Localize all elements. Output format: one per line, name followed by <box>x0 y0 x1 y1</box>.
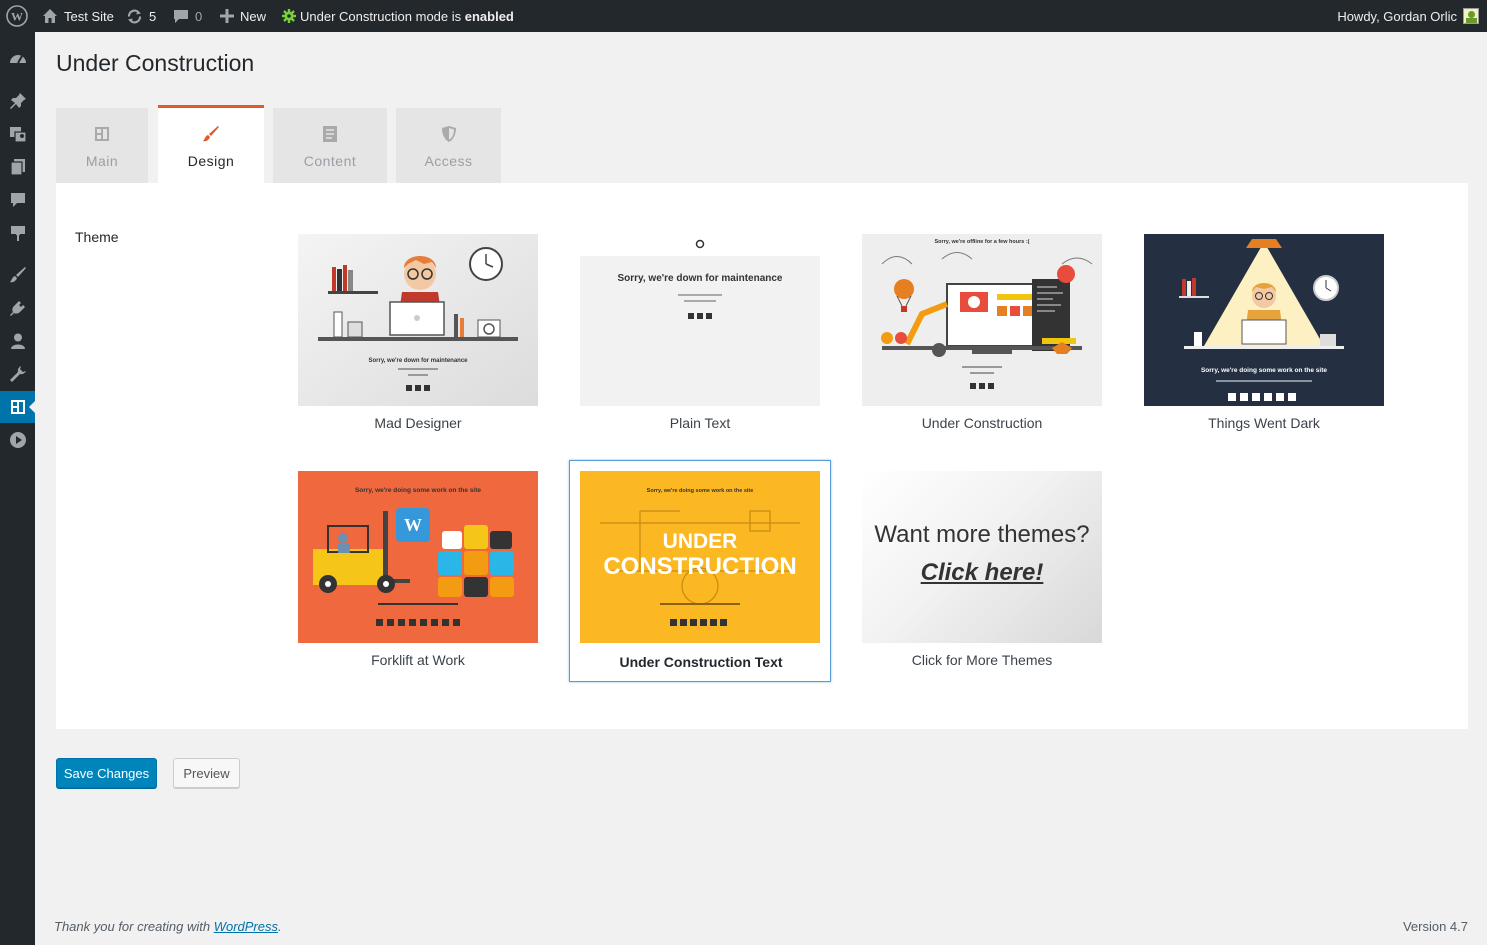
more-themes-link[interactable]: Click here! <box>862 559 1102 587</box>
tab-content[interactable]: Content <box>273 108 387 183</box>
thumb-headline: Sorry, we're down for maintenance <box>368 358 468 364</box>
home-icon <box>43 9 57 23</box>
theme-caption: Things Went Dark <box>1208 415 1320 431</box>
wrench-icon <box>9 366 26 382</box>
theme-card-plain-text[interactable]: Sorry, we're down for maintenance Plain … <box>569 225 831 447</box>
wordpress-link[interactable]: WordPress <box>214 919 278 934</box>
tab-design[interactable]: Design <box>158 105 264 183</box>
theme-thumbnail: Sorry, we're down for maintenance <box>580 234 820 406</box>
paintbrush-icon <box>9 267 26 283</box>
menu-dashboard[interactable] <box>0 42 35 74</box>
thumb-headline: Sorry, we're doing some work on the site <box>1201 367 1327 374</box>
theme-thumbnail: Sorry, we're doing some work on the site <box>1144 234 1384 406</box>
gear-icon <box>282 9 296 23</box>
thumb-headline: Sorry, we're doing some work on the site <box>647 488 754 494</box>
tab-label: Design <box>187 153 235 169</box>
new-label: New <box>240 8 267 24</box>
site-name-link[interactable]: Test Site <box>42 0 114 32</box>
thumb-big-text-2: CONSTRUCTION <box>603 553 796 580</box>
theme-caption: Under Construction <box>921 415 1043 431</box>
new-content-link[interactable]: New <box>220 0 266 32</box>
theme-caption: Mad Designer <box>374 415 462 431</box>
play-icon <box>9 432 26 448</box>
dashboard-icon <box>9 55 26 64</box>
updates-icon <box>127 9 142 23</box>
theme-caption: Under Construction Text <box>619 654 783 670</box>
svg-text:W: W <box>404 515 422 535</box>
menu-tools[interactable] <box>0 358 35 390</box>
tab-label: Content <box>303 153 357 169</box>
download-icon <box>10 226 25 241</box>
admin-sidebar <box>0 32 35 945</box>
more-themes-line1: Want more themes? <box>874 521 1090 548</box>
menu-plugins[interactable] <box>0 292 35 324</box>
uc-status-text: Under Construction mode is enabled <box>300 8 514 24</box>
svg-text:W: W <box>11 10 23 24</box>
theme-thumbnail: Sorry, we're doing some work on the site… <box>580 471 820 643</box>
menu-appearance[interactable] <box>0 259 35 291</box>
layout-icon <box>10 400 25 414</box>
footer-version: Version 4.7 <box>1402 919 1468 934</box>
theme-card-click-for-more[interactable]: Want more themes? Click here! Click for … <box>851 462 1113 684</box>
thumb-headline: Sorry, we're offline for a few hours :( <box>934 239 1029 245</box>
tab-main[interactable]: Main <box>56 108 148 183</box>
thumb-headline: Sorry, we're doing some work on the site <box>355 487 481 494</box>
menu-posts[interactable] <box>0 85 35 117</box>
theme-thumbnail: Sorry, we're down for maintenance <box>298 234 538 406</box>
thumb-headline: Sorry, we're down for maintenance <box>617 273 782 284</box>
brush-icon <box>203 126 219 142</box>
shield-icon <box>441 126 456 142</box>
uc-status-link[interactable]: Under Construction mode is enabled <box>282 0 514 32</box>
uc-status-state: enabled <box>464 8 514 24</box>
thumb-big-text-1: UNDER <box>663 530 738 553</box>
tab-label: Main <box>85 153 119 169</box>
footer-thanks: Thank you for creating with WordPress. <box>54 919 282 934</box>
tab-access[interactable]: Access <box>396 108 501 183</box>
menu-media[interactable] <box>0 118 35 150</box>
tab-label: Access <box>424 153 473 169</box>
plus-icon <box>220 9 234 23</box>
theme-caption: Click for More Themes <box>911 652 1053 668</box>
layout-icon <box>95 127 109 141</box>
menu-users[interactable] <box>0 325 35 357</box>
save-changes-button[interactable]: Save Changes <box>56 758 157 788</box>
wordpress-logo-icon[interactable]: W <box>6 0 28 32</box>
account-menu[interactable]: Howdy, Gordan Orlic <box>1337 0 1479 32</box>
comments-link[interactable]: 0 <box>173 0 202 32</box>
theme-card-things-went-dark[interactable]: Sorry, we're doing some work on the site… <box>1133 225 1395 447</box>
menu-play[interactable] <box>0 424 35 456</box>
menu-comments[interactable] <box>0 184 35 216</box>
menu-under-construction[interactable] <box>0 391 35 423</box>
menu-feedback[interactable] <box>0 217 35 249</box>
media-icon <box>9 127 27 143</box>
page-title: Under Construction <box>56 50 255 76</box>
pages-icon <box>9 159 25 176</box>
theme-card-forklift-at-work[interactable]: Sorry, we're doing some work on the site… <box>287 462 549 684</box>
updates-count: 5 <box>149 8 157 24</box>
comments-count: 0 <box>195 8 203 24</box>
theme-thumbnail: Sorry, we're offline for a few hours :( <box>862 234 1102 406</box>
admin-bar: W Test Site 5 0 New Under Construction m… <box>0 0 1487 32</box>
theme-label: Theme <box>75 229 119 245</box>
preview-button[interactable]: Preview <box>173 758 240 788</box>
theme-thumbnail: Sorry, we're doing some work on the site… <box>298 471 538 643</box>
avatar <box>1463 8 1479 24</box>
plugin-icon <box>9 301 25 316</box>
comments-icon <box>10 193 25 207</box>
greeting: Howdy, Gordan Orlic <box>1337 8 1457 24</box>
theme-caption: Forklift at Work <box>371 652 465 668</box>
pin-icon <box>9 93 26 109</box>
updates-link[interactable]: 5 <box>126 0 156 32</box>
theme-caption: Plain Text <box>669 415 731 431</box>
theme-card-mad-designer[interactable]: Sorry, we're down for maintenance Mad De… <box>287 225 549 447</box>
site-name: Test Site <box>64 8 114 24</box>
more-themes-thumbnail[interactable]: Want more themes? Click here! <box>862 471 1102 643</box>
theme-card-under-construction[interactable]: Sorry, we're offline for a few hours :( … <box>851 225 1113 447</box>
document-icon <box>323 126 337 142</box>
comments-icon <box>174 10 188 23</box>
menu-pages[interactable] <box>0 151 35 183</box>
theme-card-under-construction-text[interactable]: Sorry, we're doing some work on the site… <box>569 460 831 682</box>
user-icon <box>10 333 25 349</box>
